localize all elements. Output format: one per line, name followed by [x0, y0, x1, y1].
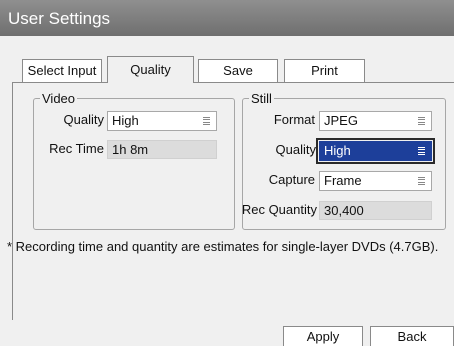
video-rec-time-value: 1h 8m — [107, 140, 217, 159]
still-legend: Still — [249, 91, 274, 106]
still-quality-label: Quality — [275, 142, 316, 157]
video-legend: Video — [40, 91, 78, 106]
still-format-select[interactable]: JPEG — [319, 111, 432, 131]
still-group: Still Format JPEG Quality High Capture F… — [241, 91, 446, 230]
still-rec-quantity-label: Rec Quantity — [241, 202, 317, 217]
video-rec-time-label: Rec Time — [49, 141, 104, 156]
tab-print[interactable]: Print — [284, 59, 365, 82]
still-format-label: Format — [273, 112, 315, 127]
quality-panel: Video Quality High Rec Time 1h 8m Still … — [7, 82, 454, 320]
tab-quality[interactable]: Quality — [107, 56, 194, 83]
estimate-note: * Recording time and quantity are estima… — [7, 239, 439, 254]
tab-select-input[interactable]: Select Input — [22, 59, 102, 82]
menu-icon — [418, 177, 425, 185]
back-button[interactable]: Back — [370, 326, 454, 346]
menu-icon — [418, 117, 425, 125]
apply-button[interactable]: Apply — [283, 326, 363, 346]
title-bar: User Settings — [0, 0, 454, 36]
settings-window: User Settings Select Input Quality Save … — [0, 0, 454, 346]
menu-icon — [203, 117, 210, 125]
video-quality-select[interactable]: High — [107, 111, 217, 131]
still-quality-select[interactable]: High — [316, 138, 435, 164]
video-quality-label: Quality — [63, 112, 104, 127]
video-group: Video Quality High Rec Time 1h 8m — [33, 91, 235, 230]
window-title: User Settings — [8, 9, 111, 28]
still-capture-select[interactable]: Frame — [319, 171, 432, 191]
still-rec-quantity-value: 30,400 — [319, 201, 432, 220]
still-capture-label: Capture — [268, 172, 315, 187]
menu-icon — [418, 147, 425, 155]
tab-save[interactable]: Save — [198, 59, 278, 82]
